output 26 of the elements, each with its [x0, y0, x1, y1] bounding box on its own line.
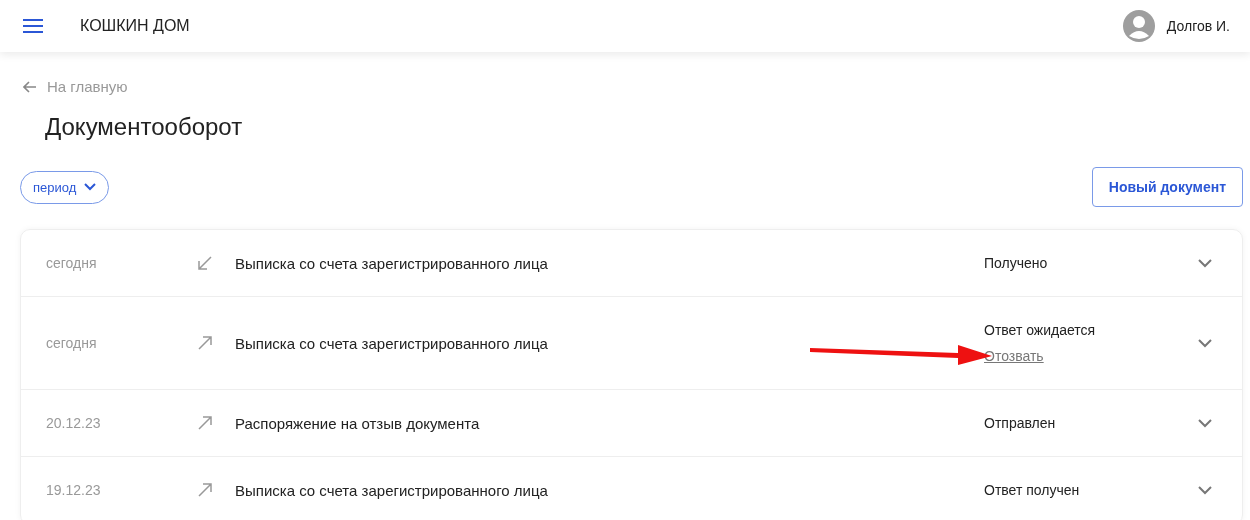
expand-chevron-icon[interactable] — [1198, 338, 1212, 348]
back-arrow-icon — [23, 80, 37, 93]
chevron-down-icon — [84, 183, 97, 191]
document-status: Получено — [984, 255, 1049, 271]
document-title[interactable]: Выписка со счета зарегистрированного лица — [235, 254, 984, 272]
document-date: 19.12.23 — [45, 482, 102, 498]
expand-chevron-icon[interactable] — [1198, 258, 1212, 268]
avatar-icon[interactable] — [1122, 10, 1155, 42]
document-date: 20.12.23 — [45, 415, 102, 431]
document-date: сегодня — [45, 255, 98, 271]
period-filter[interactable]: период — [20, 170, 110, 204]
page-title: Документооборот — [45, 113, 244, 141]
document-date: сегодня — [45, 335, 98, 351]
menu-icon[interactable] — [23, 19, 43, 33]
document-title[interactable]: Распоряжение на отзыв документа — [235, 414, 984, 432]
user-name[interactable]: Долгов И. — [1166, 18, 1230, 34]
document-status: Отправлен — [984, 415, 1057, 431]
expand-chevron-icon[interactable] — [1198, 485, 1212, 495]
document-title[interactable]: Выписка со счета зарегистрированного лица — [235, 481, 984, 499]
revoke-link[interactable]: Отозвать — [984, 348, 1044, 364]
brand-name: КОШКИН ДОМ — [80, 17, 190, 35]
new-document-button[interactable]: Новый документ — [1091, 167, 1243, 207]
document-title[interactable]: Выписка со счета зарегистрированного лица — [235, 334, 984, 352]
document-status: Ответ ожидается — [984, 322, 1097, 338]
expand-chevron-icon[interactable] — [1198, 418, 1212, 428]
document-status: Ответ получен — [984, 482, 1081, 498]
